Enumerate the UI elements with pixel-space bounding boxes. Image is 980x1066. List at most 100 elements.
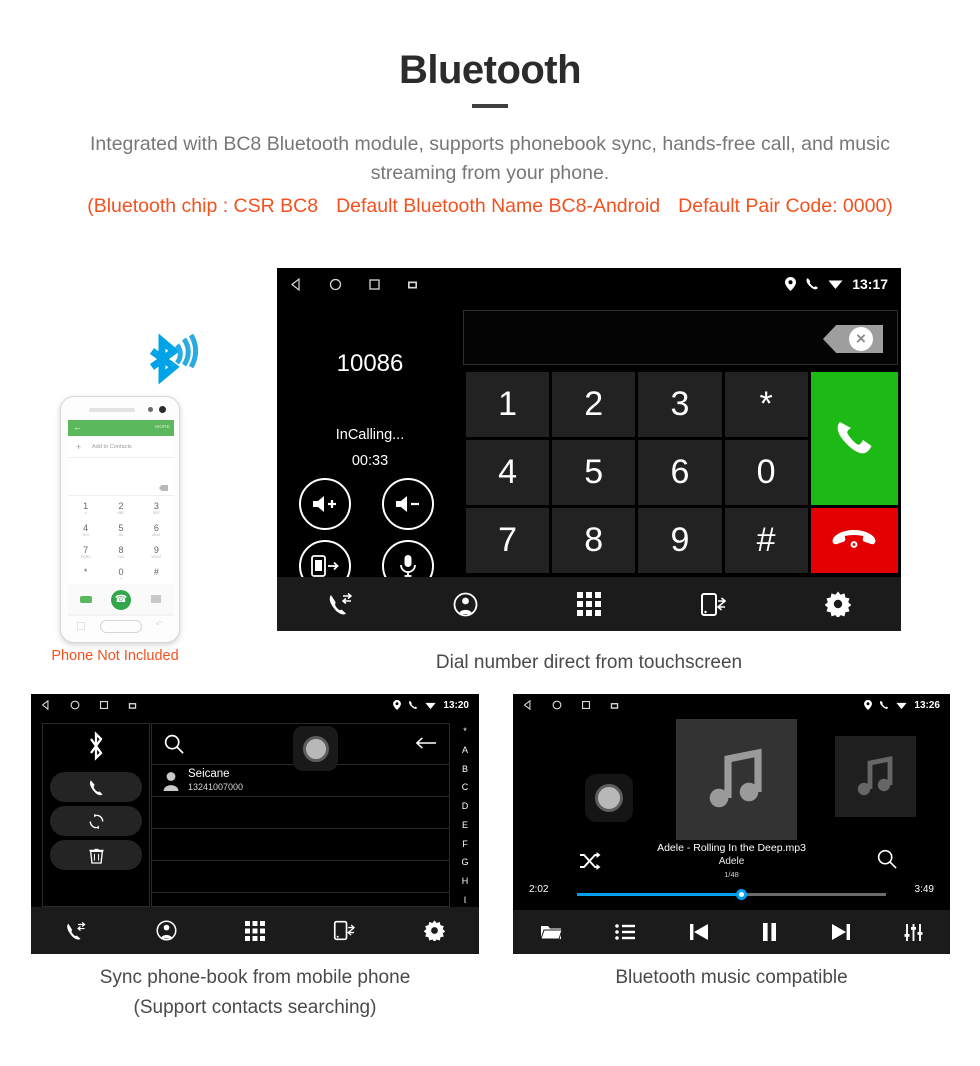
phonebook-sidebar: [42, 723, 150, 907]
keypad-key-9[interactable]: 9: [638, 508, 722, 573]
phone-call-button: ☎: [103, 589, 138, 610]
keypad-key-2[interactable]: 2: [552, 372, 636, 437]
music-caption: Bluetooth music compatible: [615, 967, 848, 988]
contact-name: Seicane: [188, 768, 230, 780]
contacts-icon[interactable]: [453, 592, 478, 617]
phone-sync-icon[interactable]: [700, 592, 727, 617]
home-icon[interactable]: [552, 700, 562, 710]
volume-up-button[interactable]: [299, 478, 351, 530]
volume-down-button[interactable]: [382, 478, 434, 530]
index-letter[interactable]: G: [461, 857, 468, 867]
call-log-icon[interactable]: [327, 592, 354, 616]
contacts-icon[interactable]: [156, 920, 177, 941]
phonebook-call-button[interactable]: [50, 772, 142, 802]
number-input-field[interactable]: ×: [463, 310, 898, 365]
back-icon[interactable]: [41, 700, 51, 710]
phone-mockup: ← MORE + Add to Contacts 1 ∞ 2 ABC 3 DEF 4 GHI 5…: [52, 333, 212, 663]
recents-icon[interactable]: [581, 700, 591, 710]
backspace-clear-icon[interactable]: ×: [849, 327, 873, 351]
back-arrow-icon[interactable]: [415, 736, 437, 750]
home-icon[interactable]: [329, 278, 342, 291]
index-letter[interactable]: H: [462, 876, 469, 886]
recents-icon[interactable]: [99, 700, 109, 710]
title-divider: [472, 104, 508, 108]
spec-pair-code: Default Pair Code: 0000): [678, 195, 893, 217]
keypad-key-1[interactable]: 1: [466, 372, 550, 437]
phone-key: 8 TUV: [117, 545, 125, 559]
rotary-knob-overlay: [293, 726, 338, 771]
index-letter[interactable]: D: [462, 801, 469, 811]
phonebook-clock: 13:20: [443, 699, 469, 711]
list-item[interactable]: [152, 797, 449, 829]
keypad-key-6[interactable]: 6: [638, 440, 722, 505]
equalizer-icon[interactable]: [904, 923, 923, 942]
pause-icon[interactable]: [762, 923, 777, 941]
back-icon[interactable]: [523, 700, 533, 710]
keypad-key-7[interactable]: 7: [466, 508, 550, 573]
alphabet-index[interactable]: * A B C D E F G H I: [454, 726, 476, 905]
backspace-icon: [159, 485, 168, 491]
recents-icon[interactable]: [368, 278, 381, 291]
screenshot-icon[interactable]: [407, 279, 418, 290]
phone-key: 3 DEF: [152, 501, 160, 515]
phone-key: 5 JKL: [118, 523, 124, 537]
progress-slider[interactable]: [577, 889, 886, 900]
end-call-button[interactable]: [810, 508, 898, 573]
keypad-key-hash[interactable]: #: [724, 508, 808, 573]
back-icon[interactable]: [290, 277, 303, 291]
index-letter[interactable]: A: [462, 745, 468, 755]
phone-key: 2 ABC: [117, 501, 125, 515]
index-letter[interactable]: I: [464, 895, 467, 905]
playlist-icon[interactable]: [615, 924, 636, 940]
keypad-key-star[interactable]: *: [724, 372, 808, 437]
phone-app-bar: ← MORE: [68, 420, 174, 436]
phone-key: #: [153, 567, 159, 577]
keypad-key-5[interactable]: 5: [552, 440, 636, 505]
phonebook-screenshot: 13:20 Seicane 13241007000 * A B C D E F …: [31, 694, 479, 954]
location-icon: [864, 700, 873, 710]
keypad-icon[interactable]: [244, 920, 265, 941]
call-log-icon[interactable]: [65, 921, 87, 941]
phone-earpiece: [89, 408, 135, 412]
settings-icon[interactable]: [423, 920, 445, 941]
add-contact-label: Add to Contacts: [92, 444, 132, 450]
phone-icon: [409, 700, 418, 709]
phonebook-delete-button[interactable]: [50, 840, 142, 870]
music-note-icon: [709, 748, 762, 807]
index-letter[interactable]: F: [462, 839, 468, 849]
index-letter[interactable]: *: [463, 726, 467, 736]
call-duration: 00:33: [351, 453, 389, 469]
folder-icon[interactable]: [540, 923, 562, 941]
phone-sync-icon[interactable]: [333, 920, 356, 941]
keypad-key-3[interactable]: 3: [638, 372, 722, 437]
index-letter[interactable]: B: [462, 764, 468, 774]
keypad-key-8[interactable]: 8: [552, 508, 636, 573]
keypad-icon[interactable]: [576, 592, 601, 616]
search-icon[interactable]: [164, 734, 184, 754]
phone-key: *: [83, 567, 88, 577]
keypad-key-4[interactable]: 4: [466, 440, 550, 505]
music-note-icon: [857, 755, 892, 795]
screenshot-icon[interactable]: [610, 701, 619, 710]
settings-icon[interactable]: [825, 591, 852, 617]
home-icon[interactable]: [70, 700, 80, 710]
next-icon[interactable]: [831, 923, 851, 941]
screenshot-icon[interactable]: [128, 701, 137, 710]
in-call-controls: [299, 478, 449, 592]
phonebook-sync-button[interactable]: [50, 806, 142, 836]
keypad-key-0[interactable]: 0: [724, 440, 808, 505]
dialed-number: 10086: [336, 350, 404, 377]
music-bottom-nav: [513, 910, 950, 954]
numeric-keypad: 1 2 3 * 4 5 6 0 7 8 9 #: [466, 372, 898, 573]
index-letter[interactable]: C: [462, 782, 469, 792]
call-button[interactable]: [810, 372, 898, 505]
progress-thumb[interactable]: [735, 889, 747, 900]
list-item[interactable]: [152, 829, 449, 861]
previous-icon[interactable]: [689, 923, 709, 941]
rotary-knob-overlay: [585, 774, 633, 822]
phone-key: 0 +: [118, 567, 124, 581]
dial-clock: 13:17: [852, 276, 888, 292]
index-letter[interactable]: E: [462, 820, 468, 830]
list-item[interactable]: [152, 861, 449, 893]
contact-avatar-icon: [163, 772, 179, 791]
